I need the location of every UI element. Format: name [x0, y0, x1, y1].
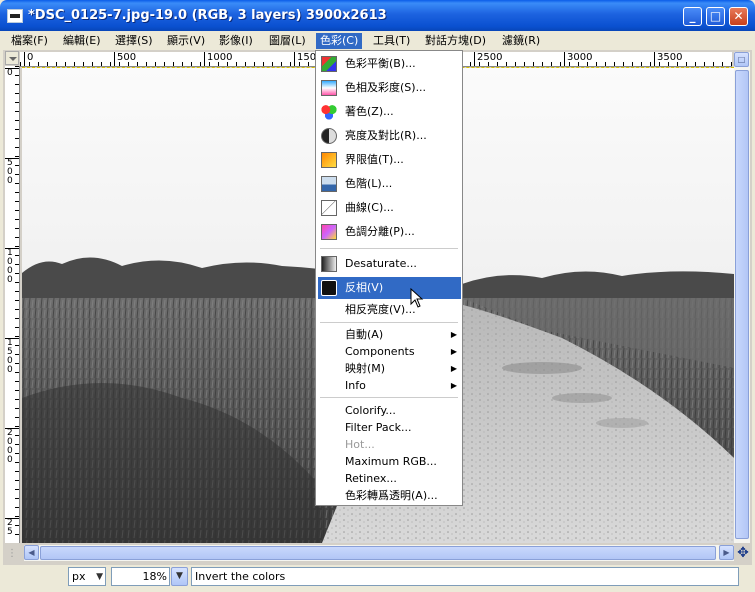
ruler-tick: 500	[5, 158, 19, 186]
menu-item-curves[interactable]: 曲線(C)...	[318, 197, 461, 219]
scroll-left-button[interactable]: ◀	[24, 545, 39, 560]
menu-item-desaturate[interactable]: Desaturate...	[318, 253, 461, 275]
ruler-tick: 0	[24, 52, 33, 66]
menu-select[interactable]: 選擇(S)	[111, 33, 157, 49]
menu-item-components[interactable]: Components ▶	[318, 343, 461, 360]
ruler-tick: 2000	[5, 428, 19, 465]
menu-view[interactable]: 顯示(V)	[163, 33, 209, 49]
menu-dialogs[interactable]: 對話方塊(D)	[421, 33, 490, 49]
menu-separator	[320, 397, 458, 398]
navigation-cross-icon[interactable]: ✥	[735, 545, 751, 561]
menu-image[interactable]: 影像(I)	[215, 33, 257, 49]
menu-item-hue-saturation[interactable]: 色相及彩度(S)...	[318, 77, 461, 99]
menu-item-info[interactable]: Info ▶	[318, 377, 461, 394]
invert-icon	[321, 280, 337, 296]
submenu-arrow-icon: ▶	[450, 347, 457, 356]
menu-file[interactable]: 檔案(F)	[7, 33, 52, 49]
menu-colors[interactable]: 色彩(C)	[316, 33, 363, 49]
menu-filters[interactable]: 濾鏡(R)	[498, 33, 544, 49]
zoom-fit-button[interactable]: □	[734, 52, 749, 67]
menu-item-value-invert[interactable]: 相反亮度(V)...	[318, 299, 461, 321]
threshold-icon	[321, 152, 337, 168]
zoom-input[interactable]: 18%	[111, 567, 170, 586]
ruler-tick: 500	[114, 52, 136, 66]
menu-item-hot: Hot...	[345, 438, 375, 451]
menu-item-invert[interactable]: 反相(V)	[318, 277, 461, 299]
maximize-button[interactable]: □	[706, 7, 725, 26]
horizontal-scrollbar[interactable]: ◀ ▶	[24, 545, 734, 561]
desaturate-icon	[321, 256, 337, 272]
menu-item-retinex[interactable]: Retinex...	[318, 470, 461, 487]
menu-item-auto[interactable]: 自動(A) ▶	[318, 326, 461, 343]
menu-bar: 檔案(F) 編輯(E) 選擇(S) 顯示(V) 影像(I) 圖層(L) 色彩(C…	[0, 31, 755, 50]
vertical-scroll-thumb[interactable]	[735, 70, 749, 539]
window-title: *DSC_0125-7.jpg-19.0 (RGB, 3 layers) 390…	[28, 8, 387, 23]
submenu-arrow-icon: ▶	[450, 381, 457, 390]
quick-mask-menu-button[interactable]	[5, 51, 19, 65]
submenu-arrow-icon: ▶	[450, 330, 457, 339]
menu-item-filter-pack[interactable]: Filter Pack...	[318, 419, 461, 436]
posterize-icon	[321, 224, 337, 240]
brightness-contrast-icon	[321, 128, 337, 144]
menu-tools[interactable]: 工具(T)	[369, 33, 414, 49]
colors-menu: 色彩平衡(B)... 色相及彩度(S)... 著色(Z)... 亮度及對比(R)…	[315, 50, 463, 506]
app-icon[interactable]	[7, 9, 23, 23]
ruler-tick: 2500	[474, 52, 502, 66]
chevron-down-icon: ▼	[96, 572, 103, 582]
zoom-dropdown-button[interactable]: ▼	[171, 567, 188, 586]
title-bar: *DSC_0125-7.jpg-19.0 (RGB, 3 layers) 390…	[0, 0, 755, 31]
ruler-tick: 0	[5, 68, 19, 78]
mouse-cursor-icon	[410, 288, 424, 308]
minimize-button[interactable]: _	[683, 7, 702, 26]
ruler-tick: 25	[5, 518, 19, 537]
levels-icon	[321, 176, 337, 192]
menu-item-color-to-alpha[interactable]: 色彩轉爲透明(A)...	[318, 487, 461, 504]
ruler-tick: 3500	[654, 52, 682, 66]
ruler-tick: 3000	[564, 52, 592, 66]
menu-item-levels[interactable]: 色階(L)...	[318, 173, 461, 195]
vertical-ruler[interactable]: 0 500 1000 1500 2000 25	[5, 66, 20, 543]
menu-separator	[320, 322, 458, 323]
navigate-icon[interactable]: ⋮	[5, 547, 19, 561]
colorize-icon	[321, 104, 337, 120]
unit-select[interactable]: px ▼	[68, 567, 106, 586]
menu-item-map[interactable]: 映射(M) ▶	[318, 360, 461, 377]
menu-item-brightness-contrast[interactable]: 亮度及對比(R)...	[318, 125, 461, 147]
menu-edit[interactable]: 編輯(E)	[59, 33, 105, 49]
menu-layer[interactable]: 圖層(L)	[265, 33, 310, 49]
menu-item-threshold[interactable]: 界限值(T)...	[318, 149, 461, 171]
submenu-arrow-icon: ▶	[450, 364, 457, 373]
color-balance-icon	[321, 56, 337, 72]
menu-separator	[320, 248, 458, 249]
ruler-tick: 1000	[5, 248, 19, 285]
menu-item-posterize[interactable]: 色調分離(P)...	[318, 221, 461, 243]
ruler-tick: 150	[294, 52, 316, 66]
horizontal-scroll-thumb[interactable]	[40, 546, 716, 560]
ruler-tick: 1500	[5, 338, 19, 375]
status-message: Invert the colors	[191, 567, 739, 586]
menu-item-maximum-rgb[interactable]: Maximum RGB...	[318, 453, 461, 470]
curves-icon	[321, 200, 337, 216]
vertical-scrollbar[interactable]: □	[734, 52, 750, 543]
menu-item-color-balance[interactable]: 色彩平衡(B)...	[318, 53, 461, 75]
menu-item-colorify[interactable]: Colorify...	[318, 402, 461, 419]
unit-value: px	[72, 570, 86, 583]
scroll-right-button[interactable]: ▶	[719, 545, 734, 560]
close-button[interactable]: ✕	[729, 7, 748, 26]
menu-item-colorize[interactable]: 著色(Z)...	[318, 101, 461, 123]
ruler-tick: 1000	[204, 52, 232, 66]
hue-saturation-icon	[321, 80, 337, 96]
